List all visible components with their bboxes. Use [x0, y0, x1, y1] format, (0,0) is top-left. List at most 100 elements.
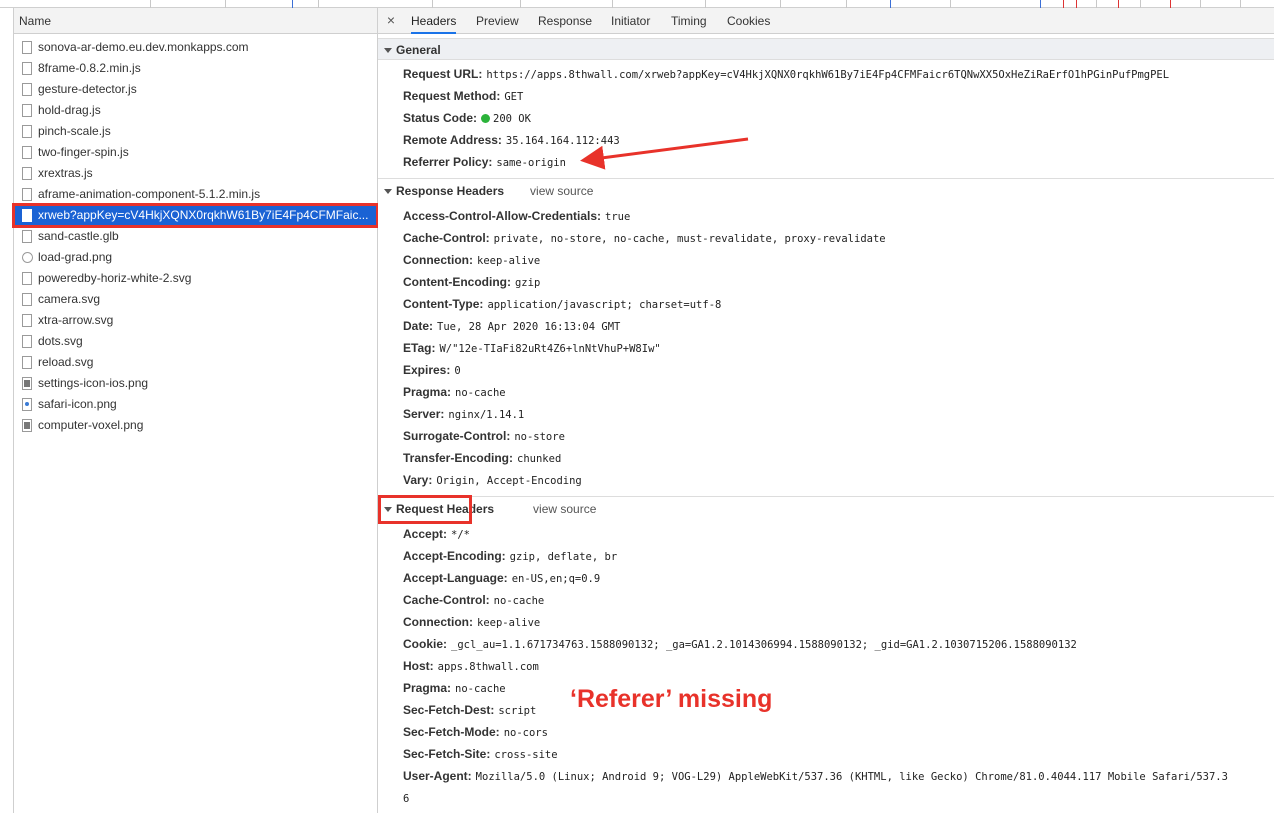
script-file-icon — [22, 62, 32, 75]
request-header-key: Sec-Fetch-Dest: — [403, 703, 495, 717]
request-header-key: Cache-Control: — [403, 593, 490, 607]
file-icon — [22, 335, 32, 348]
request-item[interactable]: poweredby-horiz-white-2.svg — [14, 268, 377, 289]
response-header-value: keep-alive — [477, 255, 541, 267]
response-header-key: Cache-Control: — [403, 231, 490, 245]
request-item[interactable]: safari-icon.png — [14, 394, 377, 415]
annotation-arrow — [580, 137, 749, 170]
file-icon — [22, 230, 32, 243]
request-item-label: xrextras.js — [38, 166, 93, 180]
image-file-icon — [22, 398, 32, 411]
request-item[interactable]: aframe-animation-component-5.1.2.min.js — [14, 184, 377, 205]
request-item[interactable]: sand-castle.glb — [14, 226, 377, 247]
request-item-label: load-grad.png — [38, 250, 113, 264]
response-header-key: Access-Control-Allow-Credentials: — [403, 209, 602, 223]
request-item-label: camera.svg — [38, 292, 101, 306]
response-header-row: Transfer-Encoding: chunked — [403, 447, 561, 469]
request-header-value: _gcl_au=1.1.671734763.1588090132; _ga=GA… — [451, 639, 1077, 651]
request-header-row: Sec-Fetch-Dest: script — [403, 699, 536, 721]
request-item-label: computer-voxel.png — [38, 418, 144, 432]
request-item-label: aframe-animation-component-5.1.2.min.js — [38, 187, 261, 201]
request-header-row: Host: apps.8thwall.com — [403, 655, 539, 677]
request-header-key: Pragma: — [403, 681, 452, 695]
response-header-row: Connection: keep-alive — [403, 249, 540, 271]
response-header-row: Expires: 0 — [403, 359, 461, 381]
script-file-icon — [22, 188, 32, 201]
response-header-value: private, no-store, no-cache, must-revali… — [493, 233, 886, 245]
request-item-label: pinch-scale.js — [38, 124, 111, 138]
request-header-row: User-Agent: Mozilla/5.0 (Linux; Android 9… — [403, 765, 1228, 787]
referer-missing-annotation: ‘Referer’ missing — [570, 685, 773, 713]
request-header-key: Accept-Encoding: — [403, 549, 506, 563]
request-list: sonova-ar-demo.eu.dev.monkapps.com 8frame… — [12, 34, 379, 436]
request-item[interactable]: xtra-arrow.svg — [14, 310, 377, 331]
request-item[interactable]: hold-drag.js — [14, 100, 377, 121]
response-header-row: Date: Tue, 28 Apr 2020 16:13:04 GMT — [403, 315, 620, 337]
request-item[interactable]: 8frame-0.8.2.min.js — [14, 58, 377, 79]
request-header-value: no-cache — [455, 683, 506, 695]
request-item[interactable]: reload.svg — [14, 352, 377, 373]
response-header-key: Connection: — [403, 253, 473, 267]
response-header-row: Server: nginx/1.14.1 — [403, 403, 524, 425]
response-header-row: Access-Control-Allow-Credentials: true — [403, 205, 630, 227]
request-item[interactable]: settings-icon-ios.png — [14, 373, 377, 394]
request-item[interactable]: dots.svg — [14, 331, 377, 352]
script-file-icon — [22, 209, 32, 222]
request-header-key: User-Agent: — [403, 769, 472, 783]
response-header-key: Transfer-Encoding: — [403, 451, 514, 465]
request-item-selected[interactable]: xrweb?appKey=cV4HkjXQNX0rqkhW61By7iE4Fp4… — [12, 203, 379, 228]
request-item[interactable]: gesture-detector.js — [14, 79, 377, 100]
request-header-row: Connection: keep-alive — [403, 611, 540, 633]
request-item[interactable]: two-finger-spin.js — [14, 142, 377, 163]
response-header-value: true — [605, 211, 631, 223]
response-header-key: Server: — [403, 407, 445, 421]
request-header-value: no-cache — [493, 595, 545, 607]
file-icon — [22, 272, 32, 285]
script-file-icon — [22, 125, 32, 138]
response-header-row: Pragma: no-cache — [403, 381, 506, 403]
response-header-row: Surrogate-Control: no-store — [403, 425, 565, 447]
request-header-value: cross-site — [494, 749, 558, 761]
request-item-label: xrweb?appKey=cV4HkjXQNX0rqkhW61By7iE4Fp4… — [38, 208, 369, 222]
request-header-row: Pragma: no-cache — [403, 677, 506, 699]
request-view-source-link[interactable]: view source — [533, 502, 596, 516]
image-file-icon — [22, 377, 32, 390]
request-item-label: hold-drag.js — [38, 103, 101, 117]
request-header-value: en-US,en;q=0.9 — [511, 573, 601, 585]
request-header-value: keep-alive — [477, 617, 541, 629]
script-file-icon — [22, 146, 32, 159]
script-file-icon — [22, 83, 32, 96]
response-header-key: Pragma: — [403, 385, 452, 399]
user-agent-wrap-value: 6 — [403, 793, 410, 805]
file-icon — [22, 314, 32, 327]
document-icon — [22, 41, 32, 54]
response-header-row: Cache-Control: private, no-store, no-cach… — [403, 227, 886, 249]
request-item[interactable]: pinch-scale.js — [14, 121, 377, 142]
response-header-key: ETag: — [403, 341, 436, 355]
request-header-row: Accept-Encoding: gzip, deflate, br — [403, 545, 617, 567]
request-header-row: Cookie: _gcl_au=1.1.671734763.1588090132;… — [403, 633, 1077, 655]
request-header-key: Sec-Fetch-Mode: — [403, 725, 500, 739]
request-headers-section-header[interactable]: Request Headers view source — [378, 498, 1274, 520]
response-header-value: gzip — [514, 277, 541, 289]
file-icon — [22, 293, 32, 306]
request-item-label: reload.svg — [38, 355, 94, 369]
request-header-row: Cache-Control: no-cache — [403, 589, 544, 611]
request-item[interactable]: load-grad.png — [14, 247, 377, 268]
script-file-icon — [22, 104, 32, 117]
request-item[interactable]: computer-voxel.png — [14, 415, 377, 436]
request-item[interactable]: sonova-ar-demo.eu.dev.monkapps.com — [14, 37, 377, 58]
request-header-key: Connection: — [403, 615, 473, 629]
image-file-icon — [22, 252, 33, 263]
response-header-row: Vary: Origin, Accept-Encoding — [403, 469, 582, 491]
request-item[interactable]: xrextras.js — [14, 163, 377, 184]
request-item-label: dots.svg — [38, 334, 83, 348]
response-header-value: application/javascript; charset=utf-8 — [487, 299, 722, 311]
request-item[interactable]: camera.svg — [14, 289, 377, 310]
response-header-row: Content-Encoding: gzip — [403, 271, 540, 293]
response-header-value: chunked — [517, 453, 562, 465]
request-header-value: apps.8thwall.com — [437, 661, 539, 673]
request-header-value: no-cors — [503, 727, 548, 739]
response-header-value: nginx/1.14.1 — [448, 409, 525, 421]
name-column-header[interactable]: Name — [14, 8, 377, 34]
